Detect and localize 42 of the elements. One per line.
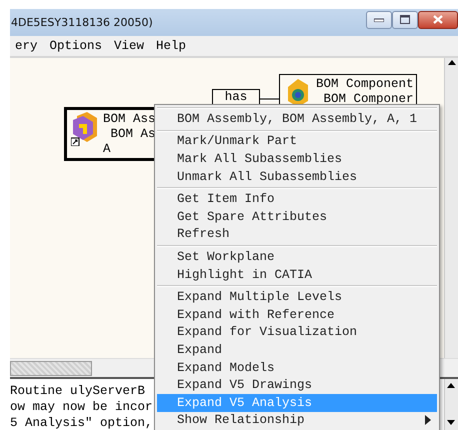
menu-item[interactable]: Help [151,39,192,53]
menu-item[interactable]: Unmark All Subassemblies [157,168,437,186]
menu-item[interactable]: Expand [157,341,437,359]
log-scrollbar[interactable] [444,379,458,430]
connector-line [259,98,279,100]
scroll-up-icon [447,383,455,388]
scroll-down-icon [447,420,455,425]
minimize-icon [374,18,384,22]
menu-item[interactable]: Get Spare Attributes [157,208,437,226]
menu-item[interactable]: View [109,39,150,53]
menu-item[interactable]: Expand Multiple Levels [157,288,437,306]
scrollbar-thumb[interactable] [10,361,92,376]
node-label: BOM Component [316,77,414,92]
menu-item[interactable]: Expand for Visualization [157,324,437,342]
menu-item[interactable]: Expand V5 Drawings [157,376,437,394]
log-line: ow may now be incor [10,399,153,415]
scroll-up-icon [448,60,456,65]
close-icon [433,15,443,24]
minimize-button[interactable] [366,10,392,28]
menu-item[interactable]: Highlight in CATIA [157,266,437,284]
menu-item[interactable]: ery [10,39,43,53]
window-title: 4DE5ESY3118136 20050) [10,16,154,29]
menu-item[interactable]: Options [44,39,108,53]
menu-item[interactable]: Expand with Reference [157,306,437,324]
close-button[interactable] [418,10,458,28]
menu-item[interactable]: Expand Models [157,358,437,376]
node-label: BOM Componer [322,92,414,107]
node-label: BOM As [110,127,156,142]
log-line: 5 Analysis" option, [10,415,153,430]
menu-item[interactable]: Set Workplane [157,248,437,266]
vertical-scrollbar[interactable] [444,58,458,358]
node-label: A [103,142,112,157]
menu-item[interactable]: Refresh [157,226,437,244]
maximize-icon [400,15,410,24]
menu-item[interactable]: Show Relationship [157,412,437,430]
log-line: Routine ulyServerB [10,383,146,399]
menu-item[interactable]: Get Item Info [157,190,437,208]
maximize-button[interactable] [392,10,418,28]
assembly-icon [71,112,99,146]
menu-item[interactable]: BOM Assembly, BOM Assembly, A, 1 [157,110,437,128]
submenu-arrow-icon [425,415,431,426]
node-label: BOM Ass [103,112,156,127]
